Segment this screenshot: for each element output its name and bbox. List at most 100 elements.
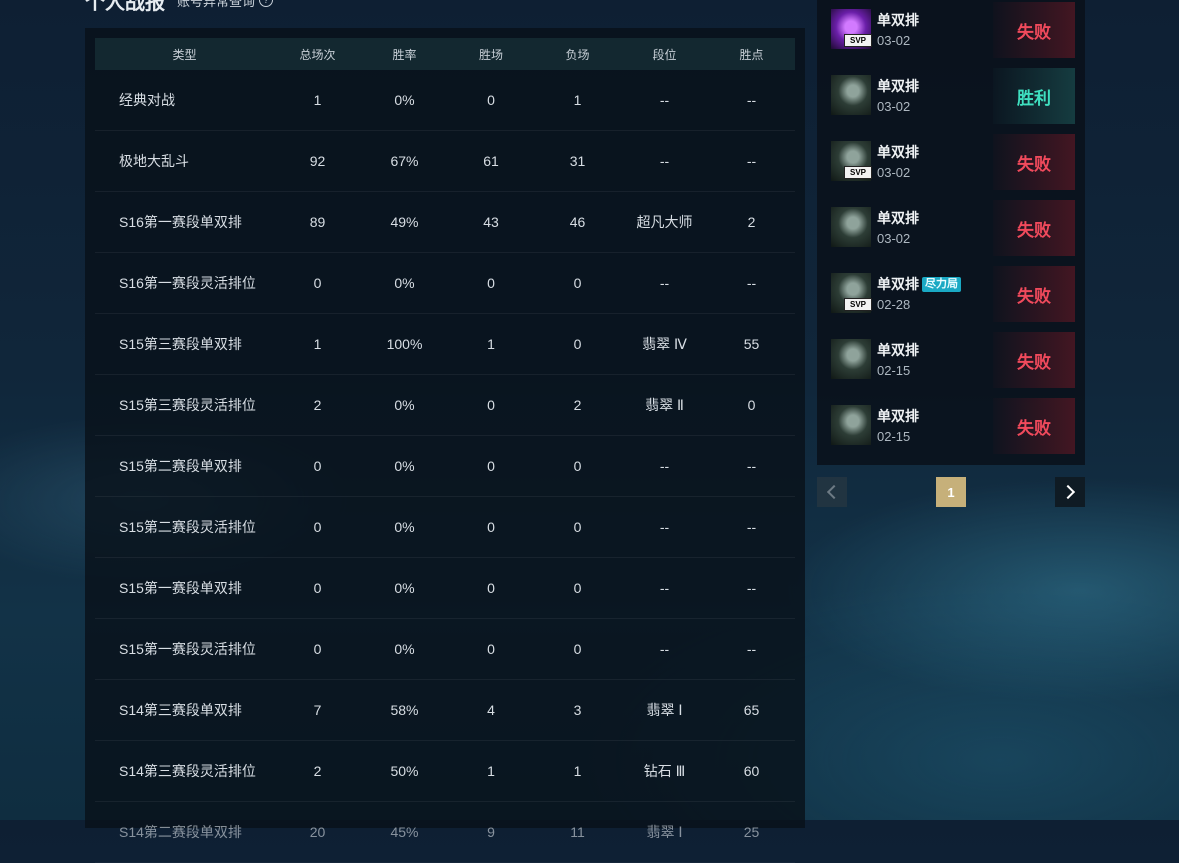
stats-table-header: 类型 总场次 胜率 胜场 负场 段位 胜点	[95, 38, 795, 70]
page-header: 个人战报 账号异常查询 ?	[85, 0, 274, 14]
cell-lp: --	[746, 153, 757, 169]
cell-rank: --	[659, 153, 670, 169]
cell-type: S16第一赛段单双排	[119, 214, 242, 230]
cell-winrate: 0%	[394, 92, 415, 108]
match-mode: 单双排 尽力局	[877, 274, 961, 294]
col-header-losses: 负场	[565, 47, 590, 62]
match-mode-label: 单双排	[877, 78, 919, 94]
match-mode-label: 单双排	[877, 342, 919, 358]
cell-total: 2	[313, 763, 322, 779]
cell-total: 0	[313, 458, 322, 474]
match-date: 03-02	[877, 165, 911, 180]
cell-total: 0	[313, 641, 322, 657]
table-row: S15第三赛段灵活排位 2 0% 0 2 翡翠 Ⅱ 0	[95, 375, 795, 436]
cell-wins: 4	[487, 702, 495, 718]
cell-losses: 1	[573, 763, 582, 779]
match-result: 失败	[993, 200, 1075, 256]
page-number-current[interactable]: 1	[936, 477, 966, 507]
table-row: S15第二赛段灵活排位 0 0% 0 0 -- --	[95, 497, 795, 558]
cell-wins: 0	[487, 92, 495, 108]
cell-type: 经典对战	[119, 92, 175, 108]
match-item[interactable]: 单双排 03-02 失败	[831, 200, 1075, 256]
col-header-total: 总场次	[299, 47, 336, 62]
match-item[interactable]: 单双排 03-02 胜利	[831, 68, 1075, 124]
cell-losses: 2	[573, 397, 582, 413]
cell-wins: 0	[487, 519, 495, 535]
cell-lp: 55	[743, 336, 760, 352]
cell-wins: 0	[487, 641, 495, 657]
cell-rank: 翡翠 Ⅰ	[646, 702, 683, 718]
cell-total: 2	[313, 397, 322, 413]
cell-total: 89	[309, 214, 326, 230]
cell-lp: 0	[747, 397, 756, 413]
match-mode-label: 单双排	[877, 276, 919, 292]
cell-losses: 0	[573, 519, 582, 535]
match-item[interactable]: SVP 单双排 尽力局 02-28 失败	[831, 266, 1075, 322]
cell-rank: 钻石 Ⅲ	[643, 763, 686, 779]
match-item[interactable]: SVP 单双排 03-02 失败	[831, 2, 1075, 58]
match-mode: 单双排	[877, 340, 919, 360]
cell-type: S15第一赛段灵活排位	[119, 641, 256, 657]
match-date: 02-15	[877, 429, 911, 444]
cell-rank: --	[659, 580, 670, 596]
cell-type: S15第二赛段灵活排位	[119, 519, 256, 535]
cell-winrate: 58%	[390, 702, 419, 718]
cell-wins: 1	[487, 336, 495, 352]
cell-rank: 翡翠 Ⅰ	[646, 824, 683, 840]
match-date: 03-02	[877, 99, 911, 114]
champion-avatar	[831, 75, 871, 115]
cell-total: 1	[313, 92, 322, 108]
cell-winrate: 49%	[390, 214, 419, 230]
cell-rank: 翡翠 Ⅳ	[642, 336, 687, 352]
cell-wins: 61	[483, 153, 499, 169]
cell-winrate: 45%	[390, 824, 419, 840]
table-row: S14第三赛段灵活排位 2 50% 1 1 钻石 Ⅲ 60	[95, 741, 795, 802]
cell-type: S15第二赛段单双排	[119, 458, 242, 474]
account-check-link[interactable]: 账号异常查询 ?	[177, 0, 274, 10]
match-item[interactable]: SVP 单双排 03-02 失败	[831, 134, 1075, 190]
cell-type: S15第三赛段单双排	[119, 336, 242, 352]
next-page-button[interactable]	[1055, 477, 1085, 507]
cell-lp: --	[746, 458, 757, 474]
cell-total: 0	[313, 275, 322, 291]
cell-rank: 翡翠 Ⅱ	[645, 397, 684, 413]
cell-lp: --	[746, 519, 757, 535]
col-header-type: 类型	[172, 47, 197, 62]
cell-type: S15第三赛段灵活排位	[119, 397, 256, 413]
cell-winrate: 0%	[394, 397, 415, 413]
match-result: 失败	[993, 332, 1075, 388]
cell-total: 92	[309, 153, 326, 169]
match-mode: 单双排	[877, 10, 919, 30]
cell-total: 0	[313, 519, 322, 535]
cell-rank: --	[659, 641, 670, 657]
table-row: 极地大乱斗 92 67% 61 31 -- --	[95, 131, 795, 192]
match-result: 胜利	[993, 68, 1075, 124]
match-item[interactable]: 单双排 02-15 失败	[831, 332, 1075, 388]
table-row: S14第三赛段单双排 7 58% 4 3 翡翠 Ⅰ 65	[95, 680, 795, 741]
cell-wins: 0	[487, 580, 495, 596]
match-result: 失败	[993, 2, 1075, 58]
col-header-winrate: 胜率	[392, 47, 417, 62]
account-check-label: 账号异常查询	[177, 0, 256, 9]
champion-avatar	[831, 207, 871, 247]
cell-losses: 11	[570, 824, 585, 840]
match-item[interactable]: 单双排 02-15 失败	[831, 398, 1075, 454]
cell-lp: --	[746, 580, 757, 596]
cell-lp: 2	[747, 214, 756, 230]
prev-page-button[interactable]	[817, 477, 847, 507]
cell-winrate: 0%	[394, 580, 415, 596]
match-date: 03-02	[877, 231, 911, 246]
cell-losses: 0	[573, 336, 582, 352]
effort-tag: 尽力局	[922, 276, 961, 292]
cell-winrate: 67%	[390, 153, 419, 169]
cell-type: S16第一赛段灵活排位	[119, 275, 256, 291]
help-icon[interactable]: ?	[259, 0, 274, 7]
cell-wins: 43	[483, 214, 499, 230]
cell-lp: --	[746, 275, 757, 291]
cell-rank: --	[659, 458, 670, 474]
cell-wins: 9	[487, 824, 495, 840]
cell-type: S15第一赛段单双排	[119, 580, 242, 596]
table-row: S16第一赛段单双排 89 49% 43 46 超凡大师 2	[95, 192, 795, 253]
cell-losses: 1	[573, 92, 582, 108]
match-mode: 单双排	[877, 142, 919, 162]
